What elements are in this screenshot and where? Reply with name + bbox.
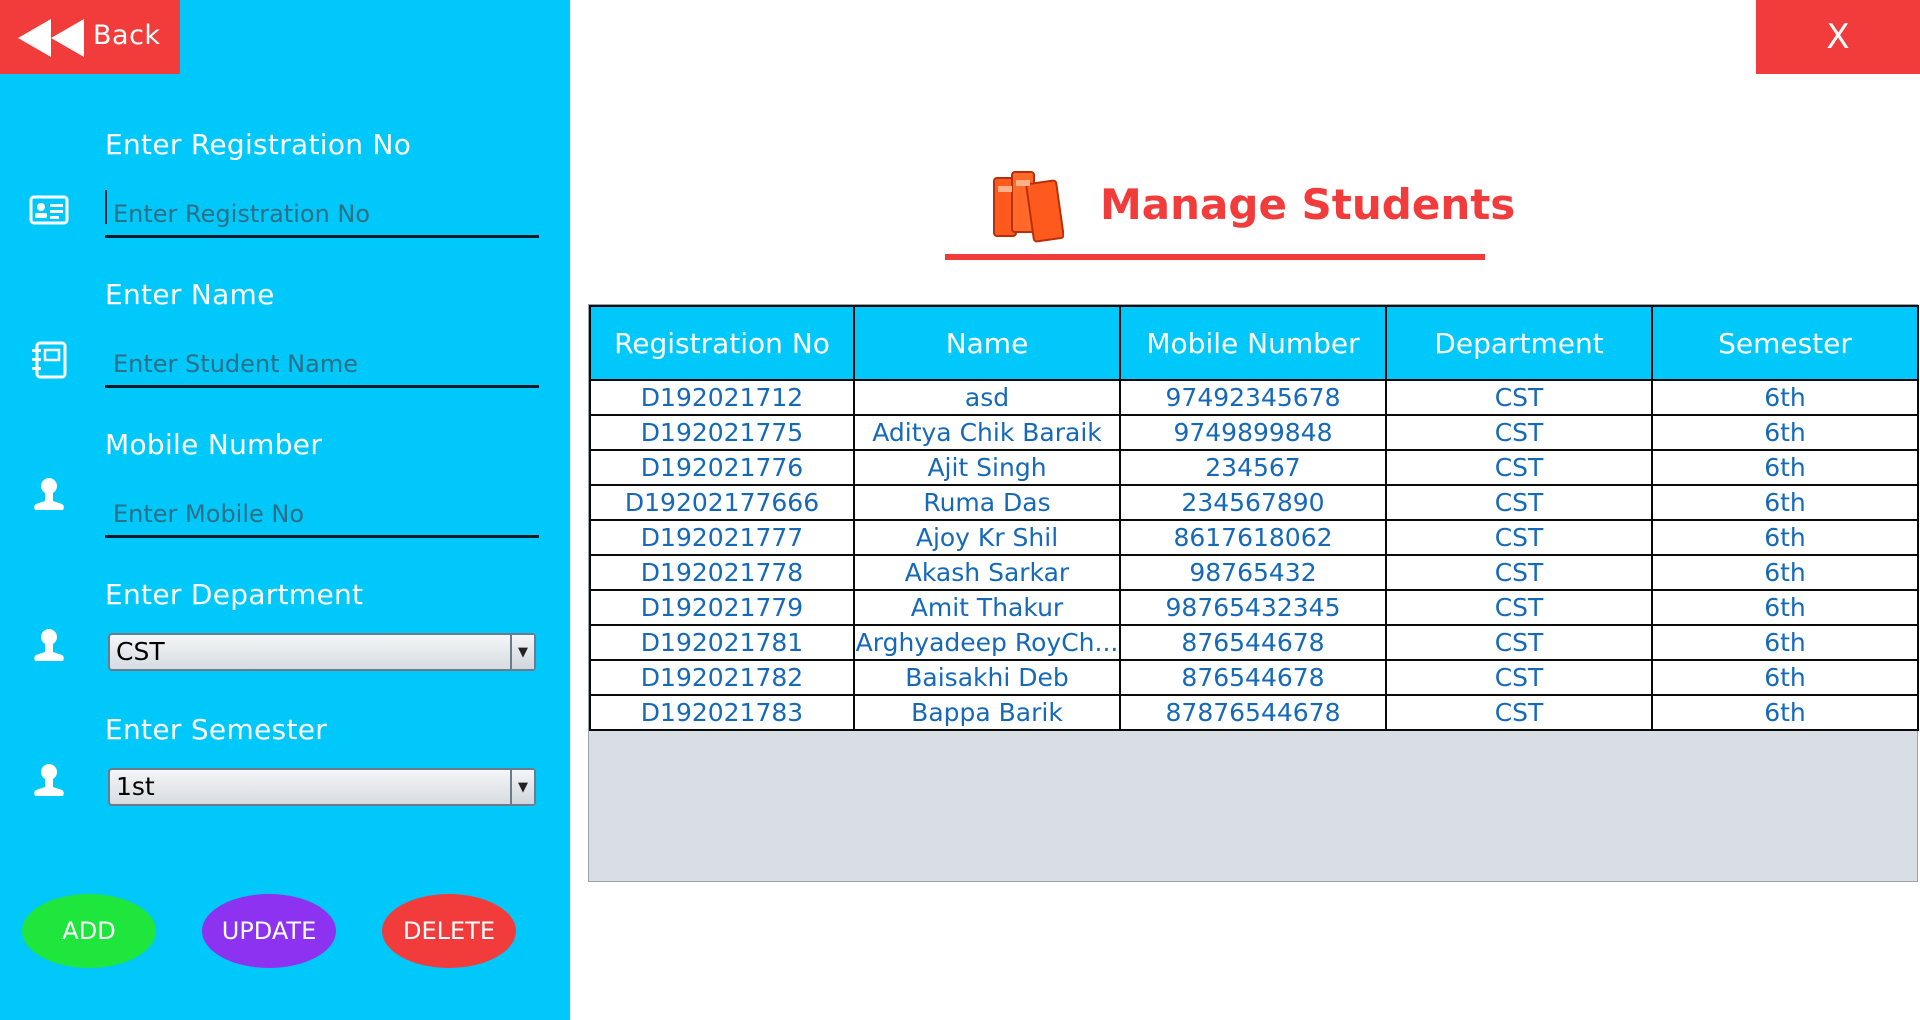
close-button[interactable]: X bbox=[1756, 0, 1920, 74]
id-card-icon bbox=[29, 195, 69, 225]
cell-semester: 6th bbox=[1651, 589, 1919, 626]
cell-name: Bappa Barik bbox=[853, 694, 1121, 731]
cell-mobile: 87876544678 bbox=[1119, 694, 1387, 731]
user-icon bbox=[34, 629, 64, 661]
cell-semester: 6th bbox=[1651, 519, 1919, 556]
cell-department: CST bbox=[1385, 379, 1653, 416]
cell-registration: D19202177666 bbox=[589, 484, 855, 521]
cell-name: Aditya Chik Baraik bbox=[853, 414, 1121, 451]
cell-registration: D192021778 bbox=[589, 554, 855, 591]
rewind-icon bbox=[18, 19, 84, 57]
cell-name: Ajit Singh bbox=[853, 449, 1121, 486]
column-header-name[interactable]: Name bbox=[853, 305, 1121, 381]
table-row[interactable]: D19202177666 Ruma Das 234567890 CST 6th bbox=[589, 484, 1919, 521]
cell-semester: 6th bbox=[1651, 449, 1919, 486]
cell-name: asd bbox=[853, 379, 1121, 416]
delete-button[interactable]: DELETE bbox=[382, 894, 516, 968]
registration-input[interactable] bbox=[105, 192, 539, 238]
semester-select[interactable]: 1st ▼ bbox=[108, 768, 536, 806]
sidebar-form-panel: Back Enter Registration No Enter Name Mo… bbox=[0, 0, 570, 1020]
cell-department: CST bbox=[1385, 694, 1653, 731]
cell-department: CST bbox=[1385, 624, 1653, 661]
cell-registration: D192021712 bbox=[589, 379, 855, 416]
cell-mobile: 234567890 bbox=[1119, 484, 1387, 521]
table-row[interactable]: D192021779 Amit Thakur 98765432345 CST 6th bbox=[589, 589, 1919, 626]
students-table: Registration No Name Mobile Number Depar… bbox=[589, 305, 1919, 731]
cell-semester: 6th bbox=[1651, 484, 1919, 521]
semester-selected-value: 1st bbox=[116, 772, 155, 801]
cell-registration: D192021781 bbox=[589, 624, 855, 661]
column-header-semester[interactable]: Semester bbox=[1651, 305, 1919, 381]
cell-mobile: 876544678 bbox=[1119, 624, 1387, 661]
cell-name: Baisakhi Deb bbox=[853, 659, 1121, 696]
notebook-icon bbox=[32, 341, 67, 379]
table-row[interactable]: D192021778 Akash Sarkar 98765432 CST 6th bbox=[589, 554, 1919, 591]
cell-registration: D192021783 bbox=[589, 694, 855, 731]
column-header-registration[interactable]: Registration No bbox=[589, 305, 855, 381]
cell-registration: D192021776 bbox=[589, 449, 855, 486]
chevron-down-icon[interactable]: ▼ bbox=[510, 635, 534, 669]
cell-mobile: 97492345678 bbox=[1119, 379, 1387, 416]
cell-name: Akash Sarkar bbox=[853, 554, 1121, 591]
cell-registration: D192021779 bbox=[589, 589, 855, 626]
cell-semester: 6th bbox=[1651, 694, 1919, 731]
table-row[interactable]: D192021782 Baisakhi Deb 876544678 CST 6th bbox=[589, 659, 1919, 696]
cell-department: CST bbox=[1385, 414, 1653, 451]
cell-name: Ajoy Kr Shil bbox=[853, 519, 1121, 556]
mobile-number-input[interactable] bbox=[105, 492, 539, 538]
cell-registration: D192021777 bbox=[589, 519, 855, 556]
semester-label: Enter Semester bbox=[105, 713, 328, 746]
table-row[interactable]: D192021776 Ajit Singh 234567 CST 6th bbox=[589, 449, 1919, 486]
cell-mobile: 98765432 bbox=[1119, 554, 1387, 591]
page-title: Manage Students bbox=[1100, 180, 1516, 229]
text-caret bbox=[105, 190, 107, 224]
cell-department: CST bbox=[1385, 554, 1653, 591]
cell-name: Amit Thakur bbox=[853, 589, 1121, 626]
students-table-area: Registration No Name Mobile Number Depar… bbox=[588, 304, 1919, 882]
student-name-input[interactable] bbox=[105, 342, 539, 388]
table-row[interactable]: D192021712 asd 97492345678 CST 6th bbox=[589, 379, 1919, 416]
name-label: Enter Name bbox=[105, 278, 275, 311]
department-select[interactable]: CST ▼ bbox=[108, 633, 536, 671]
back-button[interactable]: Back bbox=[0, 0, 180, 74]
cell-department: CST bbox=[1385, 519, 1653, 556]
table-row[interactable]: D192021783 Bappa Barik 87876544678 CST 6th bbox=[589, 694, 1919, 731]
cell-registration: D192021782 bbox=[589, 659, 855, 696]
cell-name: Ruma Das bbox=[853, 484, 1121, 521]
books-icon bbox=[993, 171, 1064, 243]
registration-label: Enter Registration No bbox=[105, 128, 412, 161]
user-icon bbox=[34, 764, 64, 796]
title-underline bbox=[945, 254, 1485, 260]
column-header-mobile[interactable]: Mobile Number bbox=[1119, 305, 1387, 381]
user-icon bbox=[34, 478, 64, 510]
table-row[interactable]: D192021781 Arghyadeep RoyCh... 876544678 CS… bbox=[589, 624, 1919, 661]
chevron-down-icon[interactable]: ▼ bbox=[510, 770, 534, 804]
column-header-department[interactable]: Department bbox=[1385, 305, 1653, 381]
cell-semester: 6th bbox=[1651, 379, 1919, 416]
table-row[interactable]: D192021775 Aditya Chik Baraik 9749899848 CS… bbox=[589, 414, 1919, 451]
cell-department: CST bbox=[1385, 449, 1653, 486]
cell-name: Arghyadeep RoyCh... bbox=[853, 624, 1121, 661]
table-row[interactable]: D192021777 Ajoy Kr Shil 8617618062 CST 6th bbox=[589, 519, 1919, 556]
table-header-row: Registration No Name Mobile Number Depar… bbox=[589, 305, 1919, 381]
cell-semester: 6th bbox=[1651, 554, 1919, 591]
update-button[interactable]: UPDATE bbox=[202, 894, 336, 968]
department-label: Enter Department bbox=[105, 578, 364, 611]
cell-mobile: 8617618062 bbox=[1119, 519, 1387, 556]
cell-department: CST bbox=[1385, 589, 1653, 626]
cell-department: CST bbox=[1385, 659, 1653, 696]
cell-department: CST bbox=[1385, 484, 1653, 521]
mobile-label: Mobile Number bbox=[105, 428, 323, 461]
cell-semester: 6th bbox=[1651, 414, 1919, 451]
cell-mobile: 876544678 bbox=[1119, 659, 1387, 696]
cell-mobile: 234567 bbox=[1119, 449, 1387, 486]
add-button[interactable]: ADD bbox=[22, 894, 156, 968]
cell-mobile: 9749899848 bbox=[1119, 414, 1387, 451]
department-selected-value: CST bbox=[116, 637, 165, 666]
cell-semester: 6th bbox=[1651, 659, 1919, 696]
cell-registration: D192021775 bbox=[589, 414, 855, 451]
cell-mobile: 98765432345 bbox=[1119, 589, 1387, 626]
cell-semester: 6th bbox=[1651, 624, 1919, 661]
back-label: Back bbox=[93, 20, 161, 51]
